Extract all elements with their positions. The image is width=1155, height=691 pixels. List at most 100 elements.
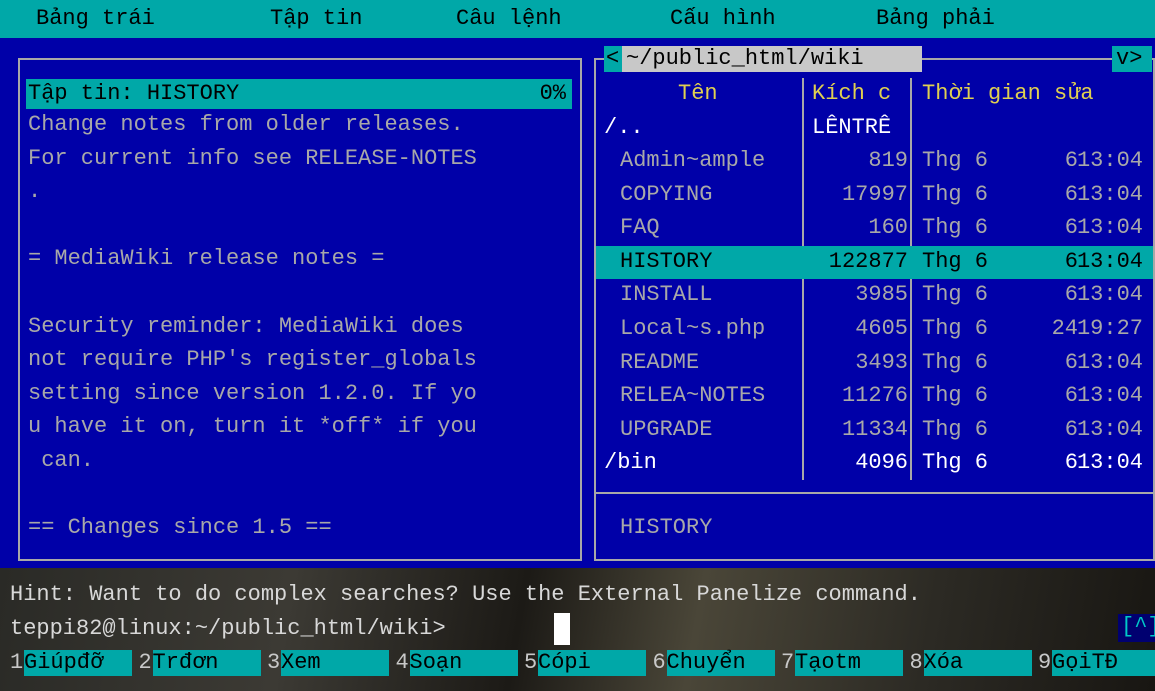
file-time: 13:04 [1076, 450, 1143, 476]
file-time: 13:04 [1076, 349, 1143, 375]
file-size: 3985 [855, 282, 908, 308]
file-time: 13:04 [1076, 383, 1143, 409]
history-button[interactable]: [^] [1118, 614, 1155, 642]
file-name: UPGRADE [620, 416, 713, 442]
table-row[interactable]: RELEA~NOTES 11276 Thg 6 6 13:04 [596, 380, 1153, 413]
menu-left-panel[interactable]: Bảng trái [36, 6, 155, 32]
fkey-button-7[interactable]: Tạotm [795, 650, 903, 676]
list-item-updir[interactable]: /.. LÊNTRÊ [596, 112, 1153, 145]
text-cursor [554, 613, 570, 645]
file-name: Admin~ample [620, 148, 766, 173]
file-time: 13:04 [1076, 148, 1143, 173]
fkey-button-3[interactable]: Xem [281, 650, 389, 676]
fkey-number: 5 [524, 650, 538, 675]
fkey-number: 1 [10, 650, 24, 675]
file-name: RELEA~NOTES [620, 383, 766, 409]
file-size: 819 [868, 148, 908, 173]
viewer-line: For current info see RELEASE-NOTES [28, 145, 477, 171]
file-list: Admin~ample 819 Thg 6 6 13:04 COPYING 17997 Thg… [596, 145, 1153, 481]
viewer-header: Tập tin: HISTORY 0% [26, 79, 572, 109]
file-name: /bin [604, 450, 657, 476]
file-month: Thg 6 [922, 215, 989, 241]
menu-options[interactable]: Cấu hình [670, 6, 776, 32]
fkey-number: 2 [138, 650, 152, 675]
file-month: Thg 6 [922, 282, 989, 308]
fkey-number: 8 [909, 650, 923, 675]
viewer-line: == Changes since 1.5 == [28, 515, 332, 541]
fkey-number: 3 [267, 650, 281, 675]
file-month: Thg 6 [922, 416, 989, 442]
panel-path[interactable]: ~/public_html/wiki [622, 46, 922, 72]
file-month: Thg 6 [922, 450, 989, 476]
file-name: Local~s.php [620, 316, 766, 341]
fkey-button-1[interactable]: Giúpđỡ [24, 650, 132, 676]
menu-right-panel[interactable]: Bảng phải [876, 6, 995, 32]
column-header-name[interactable]: Tên [678, 81, 718, 107]
viewer-line: setting since version 1.2.0. If yo [28, 380, 477, 406]
file-size: 11276 [841, 383, 908, 409]
fkey-number: 6 [652, 650, 666, 675]
viewer-line: u have it on, turn it *off* if you [28, 414, 477, 440]
viewer-line: not require PHP's register_globals [28, 347, 477, 373]
status-divider [596, 492, 1153, 494]
file-size: 3493 [855, 349, 908, 375]
menu-bar: Bảng trái Tập tin Câu lệnh Cấu hình Bảng… [0, 0, 1155, 38]
file-time: 13:04 [1076, 282, 1143, 308]
file-name: README [620, 349, 700, 375]
viewer-line: Security reminder: MediaWiki does [28, 313, 464, 339]
panel-dropdown-button[interactable]: v> [1112, 46, 1152, 72]
table-row[interactable]: FAQ 160 Thg 6 6 13:04 [596, 212, 1153, 245]
table-row[interactable]: COPYING 17997 Thg 6 6 13:04 [596, 179, 1153, 212]
shell-prompt[interactable]: teppi82@linux:~/public_html/wiki> [10, 616, 446, 642]
file-size: 17997 [841, 181, 908, 207]
viewer-line: can. [28, 448, 95, 473]
file-size: 160 [868, 215, 908, 241]
table-row[interactable]: HISTORY 122877 Thg 6 6 13:04 [596, 245, 1153, 279]
file-time: 13:04 [1076, 215, 1143, 241]
file-month: Thg 6 [922, 383, 989, 409]
table-row[interactable]: README 3493 Thg 6 6 13:04 [596, 347, 1153, 380]
file-name: INSTALL [620, 282, 713, 308]
file-month: Thg 6 [922, 349, 989, 375]
fkey-button-8[interactable]: Xóa [923, 650, 1032, 676]
file-day: 24 [1051, 316, 1078, 341]
file-time: 13:04 [1076, 248, 1143, 274]
file-time: 19:27 [1076, 316, 1143, 341]
hint-text: Hint: Want to do complex searches? Use t… [10, 582, 921, 607]
fkey-button-5[interactable]: Cópi [538, 650, 646, 676]
table-row[interactable]: /bin 4096 Thg 6 6 13:04 [596, 447, 1153, 480]
file-size: 122877 [828, 248, 908, 274]
file-month: Thg 6 [922, 148, 989, 173]
file-name: HISTORY [620, 248, 713, 274]
viewer-line: Change notes from older releases. [28, 112, 464, 137]
file-month: Thg 6 [922, 248, 989, 274]
file-time: 13:04 [1076, 416, 1143, 442]
fkey-number: 7 [781, 650, 795, 675]
file-month: Thg 6 [922, 316, 989, 341]
table-row[interactable]: Admin~ample 819 Thg 6 6 13:04 [596, 145, 1153, 178]
fkey-number: 4 [395, 650, 409, 675]
file-size: 4096 [855, 450, 908, 476]
viewer-content[interactable]: Change notes from older releases. For cur… [28, 112, 576, 552]
viewer-line: . [28, 179, 42, 205]
viewer-percent: 0% [539, 81, 566, 106]
fkey-button-4[interactable]: Soạn [409, 650, 518, 676]
fkey-button-9[interactable]: GọiTĐ [1052, 650, 1155, 676]
column-header-mtime[interactable]: Thời gian sửa [922, 81, 1094, 107]
fkey-number: 9 [1038, 650, 1052, 675]
table-row[interactable]: INSTALL 3985 Thg 6 6 13:04 [596, 279, 1153, 312]
menu-command[interactable]: Câu lệnh [456, 6, 562, 32]
file-time: 13:04 [1076, 181, 1143, 207]
table-row[interactable]: UPGRADE 11334 Thg 6 6 13:04 [596, 414, 1153, 447]
menu-file[interactable]: Tập tin [270, 6, 362, 32]
viewer-filename: Tập tin: HISTORY [28, 81, 240, 106]
fkey-button-6[interactable]: Chuyển [666, 650, 775, 676]
file-month: Thg 6 [922, 181, 989, 207]
column-header-size[interactable]: Kích c [812, 81, 891, 107]
file-size: 11334 [841, 416, 908, 442]
panel-status-filename: HISTORY [620, 515, 713, 540]
panel-history-left-button[interactable]: < [604, 46, 622, 72]
file-size: 4605 [855, 316, 908, 341]
fkey-button-2[interactable]: Trđơn [152, 650, 261, 676]
table-row[interactable]: Local~s.php 4605 Thg 6 24 19:27 [596, 313, 1153, 346]
